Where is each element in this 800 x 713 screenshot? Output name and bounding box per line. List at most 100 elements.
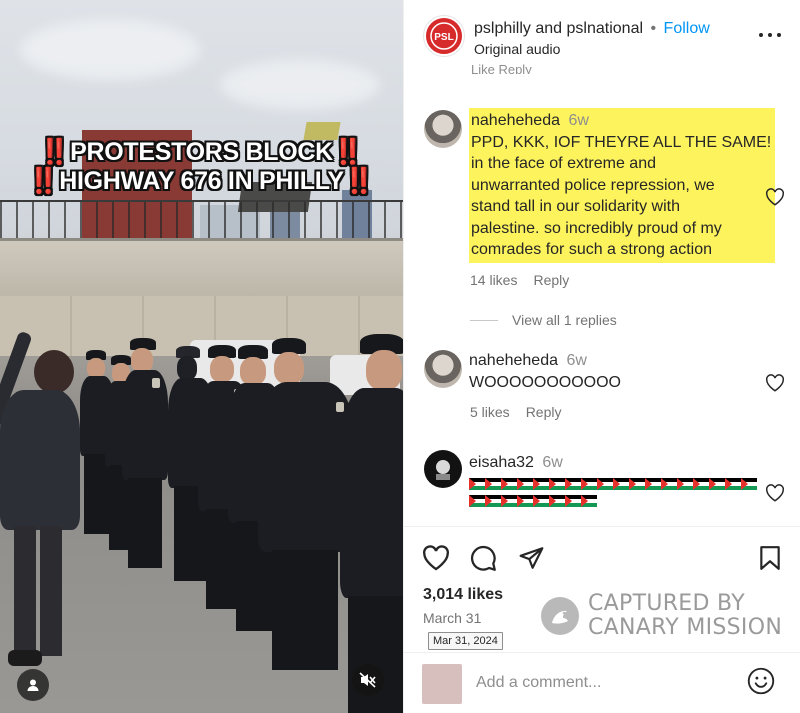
- commenter-username[interactable]: naheheheda: [469, 352, 558, 369]
- overlay-line-2: HIGHWAY 676 IN PHILLY: [59, 167, 344, 195]
- account-name-primary[interactable]: pslphilly: [474, 20, 531, 37]
- highlighted-comment: naheheheda 6w PPD, KKK, IOF THEYRE ALL T…: [469, 108, 776, 263]
- comment-meta: 5 likes Reply: [470, 404, 561, 420]
- palestine-flag-emoji: [549, 494, 565, 507]
- comment-text: WOOOOOOOOOOO: [469, 373, 621, 391]
- watermark-line-1: CAPTURED BY: [588, 591, 745, 616]
- cloud: [220, 60, 380, 110]
- palestine-flag-emoji: [645, 477, 661, 490]
- double-exclamation-emoji: ‼️: [332, 138, 364, 166]
- comment-likes-count[interactable]: 14 likes: [470, 272, 517, 288]
- mute-button[interactable]: [352, 664, 384, 696]
- palestine-flag-emoji: [469, 477, 485, 490]
- commenter-username[interactable]: naheheheda: [471, 112, 560, 129]
- palestine-flag-emoji: [661, 477, 677, 490]
- commenter-username[interactable]: eisaha32: [469, 454, 534, 471]
- watermark-line-2: CANARY MISSION: [588, 615, 783, 640]
- comment-text-line: unwarranted police repression, we: [471, 176, 715, 194]
- overpass-railing: [0, 200, 403, 240]
- post-date[interactable]: March 31: [423, 610, 481, 626]
- post-header: PSL pslphilly and pslnational • Follow O…: [404, 0, 800, 74]
- comment-bubble-icon[interactable]: [470, 545, 497, 572]
- palestine-flag-emoji: [693, 477, 709, 490]
- viewer-avatar: [422, 664, 462, 704]
- video-overlay-title: ‼️PROTESTORS BLOCK‼️ ‼️HIGHWAY 676 IN PH…: [0, 138, 403, 196]
- comment-text-line: stand tall in our solidarity with: [471, 198, 680, 215]
- comment-meta: 14 likes Reply: [470, 272, 569, 288]
- post-action-bar: [404, 526, 800, 586]
- canary-bird-logo-icon: [541, 597, 579, 635]
- comment-content: naheheheda 6w PPD, KKK, IOF THEYRE ALL T…: [469, 108, 776, 263]
- account-avatar[interactable]: PSL: [424, 16, 464, 56]
- palestine-flag-emoji: [565, 494, 581, 507]
- palestine-flag-emoji: [725, 477, 741, 490]
- comment-text-line: comrades for such a strong action: [471, 241, 713, 258]
- palestine-flag-emoji: [501, 477, 517, 490]
- palestine-flag-emoji: [565, 477, 581, 490]
- commenter-avatar[interactable]: [424, 450, 462, 488]
- follow-button[interactable]: Follow: [664, 20, 710, 37]
- audio-label[interactable]: Original audio: [474, 41, 560, 57]
- view-replies-label: View all 1 replies: [512, 312, 617, 328]
- reply-button[interactable]: Reply: [526, 404, 562, 420]
- palestine-flag-emoji: [613, 477, 629, 490]
- speaker-muted-icon: [359, 672, 376, 688]
- palestine-flag-emoji: [581, 477, 597, 490]
- reply-button[interactable]: Reply: [533, 272, 569, 288]
- account-name-secondary[interactable]: pslnational: [567, 20, 644, 37]
- comment-like-heart-icon[interactable]: [765, 188, 785, 206]
- clipped-comment-actions: Like Reply: [471, 62, 532, 74]
- overpass: [0, 238, 403, 296]
- palestine-flag-emoji-row: [469, 494, 757, 507]
- svg-text:PSL: PSL: [434, 32, 453, 43]
- palestine-flag-emoji: [485, 494, 501, 507]
- accounts-joiner: and: [535, 20, 563, 37]
- palestine-flag-emoji: [485, 477, 501, 490]
- replies-divider: [470, 319, 498, 321]
- comment-time[interactable]: 6w: [568, 112, 588, 129]
- add-comment-bar: [404, 652, 800, 713]
- more-options-button[interactable]: [759, 28, 781, 42]
- comment-like-heart-icon[interactable]: [765, 374, 785, 392]
- comment-likes-count[interactable]: 5 likes: [470, 404, 510, 420]
- psl-logo-icon: PSL: [430, 22, 458, 50]
- comment-time[interactable]: 6w: [566, 352, 586, 369]
- comment-text-line: in the face of extreme and: [471, 155, 656, 172]
- avatar-graphic-icon: [436, 460, 450, 480]
- cloud: [20, 20, 200, 80]
- paper-plane-icon[interactable]: [518, 545, 545, 571]
- post-panel: PSL pslphilly and pslnational • Follow O…: [403, 0, 800, 713]
- emoji-smile-icon[interactable]: [747, 667, 775, 695]
- comment-content: eisaha32 6w: [469, 452, 757, 507]
- watermark-text: CAPTURED BY CANARY MISSION: [588, 592, 782, 640]
- palestine-flag-emoji: [629, 477, 645, 490]
- post-likes-count[interactable]: 3,014 likes: [423, 586, 503, 604]
- palestine-flag-emoji: [533, 477, 549, 490]
- palestine-flag-emoji: [741, 477, 757, 490]
- palestine-flag-emoji: [581, 494, 597, 507]
- palestine-flag-emoji: [533, 494, 549, 507]
- user-tag-button[interactable]: [17, 669, 49, 701]
- date-tooltip: Mar 31, 2024: [428, 632, 503, 650]
- comment-like-heart-icon[interactable]: [765, 484, 785, 502]
- palestine-flag-emoji: [677, 477, 693, 490]
- post-video[interactable]: ‼️PROTESTORS BLOCK‼️ ‼️HIGHWAY 676 IN PH…: [0, 0, 403, 713]
- view-replies-button[interactable]: View all 1 replies: [470, 312, 617, 328]
- palestine-flag-emoji: [517, 494, 533, 507]
- comment-content: naheheheda 6w WOOOOOOOOOOO: [469, 350, 621, 393]
- palestine-flag-emoji: [517, 477, 533, 490]
- add-comment-input[interactable]: [476, 669, 736, 697]
- palestine-flag-emoji-row: [469, 477, 757, 490]
- heart-icon[interactable]: [422, 545, 450, 571]
- bookmark-icon[interactable]: [758, 545, 782, 571]
- header-accounts: pslphilly and pslnational • Follow: [474, 20, 710, 38]
- double-exclamation-emoji: ‼️: [343, 167, 375, 195]
- comment-text-line: palestine. so incredibly proud of my: [471, 219, 722, 237]
- canary-mission-watermark: CAPTURED BY CANARY MISSION: [540, 592, 782, 640]
- commenter-avatar[interactable]: [424, 110, 462, 148]
- comment-time[interactable]: 6w: [542, 454, 562, 471]
- double-exclamation-emoji: ‼️: [39, 138, 71, 166]
- person-icon: [27, 679, 39, 691]
- overlay-line-1: PROTESTORS BLOCK: [70, 138, 333, 166]
- commenter-avatar[interactable]: [424, 350, 462, 388]
